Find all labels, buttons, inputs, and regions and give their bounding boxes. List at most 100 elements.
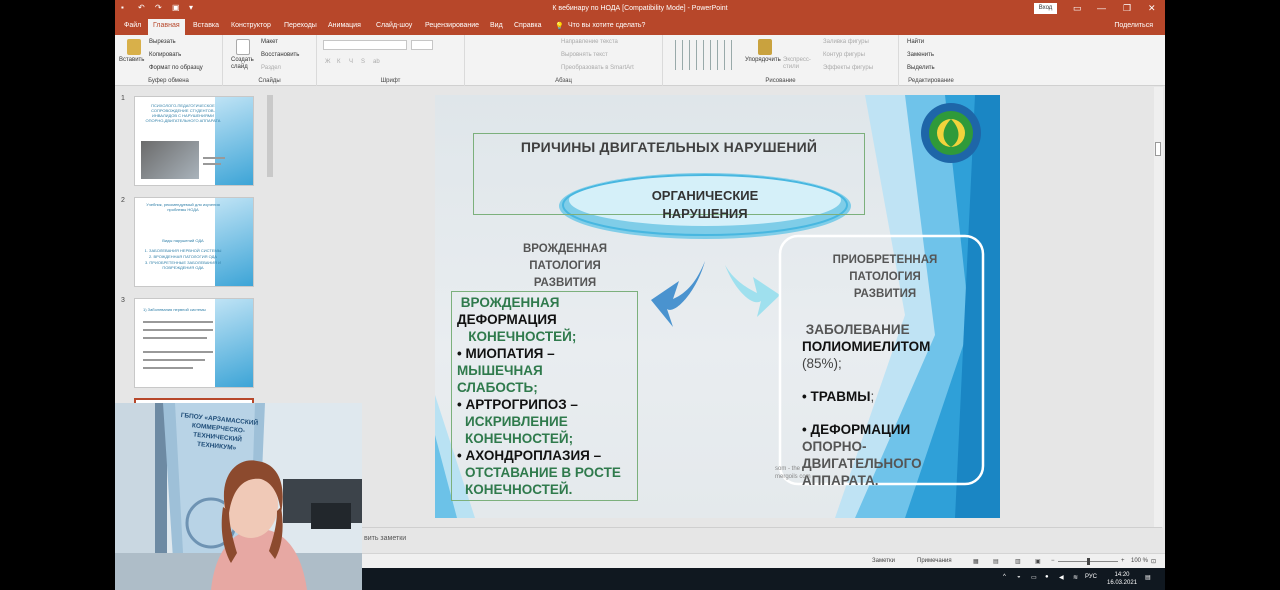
current-slide[interactable]: ПРИЧИНЫ ДВИГАТЕЛЬНЫХ НАРУШЕНИЙ ОРГАНИЧЕС… [435,95,1000,518]
cut-button[interactable]: Вырезать [149,39,176,45]
language-indicator[interactable]: РУС [1085,574,1097,580]
notes-toggle[interactable]: Заметки [872,558,895,564]
reading-view-icon[interactable]: ▥ [1015,558,1021,565]
thumb-item: 2. ВРОЖДЕННАЯ ПАТОЛОГИЯ ОДА [149,254,217,259]
paste-icon[interactable] [127,39,141,55]
select-button[interactable]: Выделить [907,65,935,71]
right-heading-line: ПРИОБРЕТЕННАЯ [832,254,938,266]
share-button[interactable]: Поделиться [1114,22,1153,29]
format-painter-button[interactable]: Формат по образцу [149,65,203,71]
notes-pane[interactable]: вить заметки [360,527,1162,552]
spacing-button[interactable]: ab [373,59,380,65]
section-button[interactable]: Раздел [261,65,281,71]
minimize-icon[interactable]: — [1097,3,1106,13]
ribbon-display-icon[interactable]: ▭ [1073,3,1082,14]
tab-review[interactable]: Рецензирование [425,22,479,29]
list-item: МЫШЕЧНАЯ СЛАБОСТЬ; [457,363,543,395]
slide-title: ПРИЧИНЫ ДВИГАТЕЛЬНЫХ НАРУШЕНИЙ [520,139,818,155]
center-ellipse-text[interactable]: ОРГАНИЧЕСКИЕ НАРУШЕНИЯ [620,187,790,223]
left-list[interactable]: ВРОЖДЕННАЯ ДЕФОРМАЦИЯ КОНЕЧНОСТЕЙ; • МИО… [457,294,647,498]
layout-button[interactable]: Макет [261,39,278,45]
thumb-decoration [215,299,253,387]
tab-design[interactable]: Конструктор [231,22,271,29]
bold-button[interactable]: Ж [325,59,331,65]
smartart-button[interactable]: Преобразовать в SmartArt [561,65,634,71]
login-button[interactable]: Вход [1034,3,1057,14]
fit-slide-icon[interactable]: ⊡ [1151,558,1156,565]
reset-button[interactable]: Восстановить [261,52,299,58]
tab-slideshow[interactable]: Слайд-шоу [376,22,412,29]
tab-help[interactable]: Справка [514,22,541,29]
tab-transitions[interactable]: Переходы [284,22,317,29]
thumb-item: 3. ПРИОБРЕТЕННЫЕ ЗАБОЛЕВАНИЯ И ПОВРЕЖДЕН… [144,260,221,270]
slide-sorter-icon[interactable]: ▤ [993,558,999,565]
right-heading-line: ПАТОЛОГИЯ [849,271,921,283]
scroll-thumb[interactable] [1155,142,1161,156]
shape-outline-button[interactable]: Контур фигуры [823,52,865,58]
normal-view-icon[interactable]: ▦ [973,558,979,565]
tray-chevron-icon[interactable]: ^ [1003,574,1006,580]
underline-button[interactable]: Ч [349,59,353,65]
watermark: som - the mergoils com [775,466,811,480]
close-icon[interactable]: ✕ [1148,3,1156,14]
clock-time: 14:20 [1114,572,1130,578]
font-name-box[interactable] [323,40,407,50]
comments-toggle[interactable]: Примечания [917,558,952,564]
restore-icon[interactable]: ❐ [1123,3,1131,14]
new-slide-button[interactable]: Создать слайд [231,57,254,71]
quick-styles-button[interactable]: Экспресс-стили [783,57,811,71]
zoom-slider-knob[interactable] [1086,558,1090,565]
slide-thumbnail-3[interactable]: 1) Заболевания нервной системы [134,298,254,388]
zoom-level[interactable]: 100 % [1131,558,1148,564]
zoom-slider[interactable] [1058,558,1118,565]
find-button[interactable]: Найти [907,39,924,45]
right-heading[interactable]: ПРИОБРЕТЕННАЯ ПАТОЛОГИЯ РАЗВИТИЯ [820,252,950,303]
slideshow-view-icon[interactable]: ▣ [1035,558,1041,565]
list-item: ОТСТАВАНИЕ В РОСТЕ КОНЕЧНОСТЕЙ. [465,465,621,497]
slide-thumbnail-1[interactable]: ПСИХОЛОГО-ПЕДАГОГИЧЕСКОЕ СОПРОВОЖДЕНИЕ С… [134,96,254,186]
align-text-button[interactable]: Выровнять текст [561,52,608,58]
webcam-overlay: ГБПОУ «АРЗАМАССКИЙ КОММЕРЧЕСКО-ТЕХНИЧЕСК… [115,403,362,590]
font-size-box[interactable] [411,40,433,50]
network-icon[interactable]: ◒ [1017,574,1021,580]
italic-button[interactable]: К [337,59,341,65]
tab-insert[interactable]: Вставка [193,22,219,29]
zoom-in-icon[interactable]: + [1121,558,1125,564]
clock-date: 16.03.2021 [1107,580,1138,586]
tell-me-search[interactable]: Что вы хотите сделать? [568,22,645,29]
thumb-text-line [203,163,221,165]
copy-button[interactable]: Копировать [149,52,181,58]
arrange-button[interactable]: Упорядочить [745,57,781,63]
battery-icon[interactable]: ▭ [1031,574,1037,581]
shapes-gallery[interactable] [669,40,735,70]
wifi-icon[interactable]: ≋ [1073,574,1078,581]
thumbnails-scrollbar[interactable] [267,95,273,177]
tab-view[interactable]: Вид [490,22,503,29]
tab-home[interactable]: Главная [148,19,185,35]
new-slide-icon[interactable] [236,39,250,55]
shape-effects-button[interactable]: Эффекты фигуры [823,65,873,71]
left-heading[interactable]: ВРОЖДЕННАЯ ПАТОЛОГИЯ РАЗВИТИЯ [505,241,625,292]
thumb-title: ПСИХОЛОГО-ПЕДАГОГИЧЕСКОЕ СОПРОВОЖДЕНИЕ С… [145,103,221,123]
replace-button[interactable]: Заменить [907,52,934,58]
ribbon-tabs: Файл Главная Вставка Конструктор Переход… [115,18,1165,35]
thumb-text-line [143,329,213,331]
notifications-icon[interactable]: ▤ [1145,574,1151,581]
arrange-icon[interactable] [758,39,772,55]
center-line-2: НАРУШЕНИЯ [662,206,748,221]
thumb-text-line [143,351,213,353]
slide-scrollbar[interactable] [1154,87,1163,527]
text-direction-button[interactable]: Направление текста [561,39,618,45]
clock[interactable]: 14:20 16.03.2021 [1107,571,1137,587]
slide-thumbnail-2[interactable]: Учебник, рекомендуемый для изучения проб… [134,197,254,287]
zoom-out-icon[interactable]: − [1051,558,1055,564]
volume-icon[interactable]: ◀ [1059,574,1064,581]
paste-button[interactable]: Вставить [119,57,144,63]
right-list[interactable]: ЗАБОЛЕВАНИЕ ПОЛИОМИЕЛИТОМ (85%); • ТРАВМ… [802,321,992,489]
strike-button[interactable]: S [361,59,365,65]
tab-animations[interactable]: Анимация [328,22,361,29]
notes-placeholder: вить заметки [364,535,407,542]
tab-file[interactable]: Файл [124,22,141,29]
mic-icon[interactable]: ● [1045,574,1049,580]
shape-fill-button[interactable]: Заливка фигуры [823,39,869,45]
